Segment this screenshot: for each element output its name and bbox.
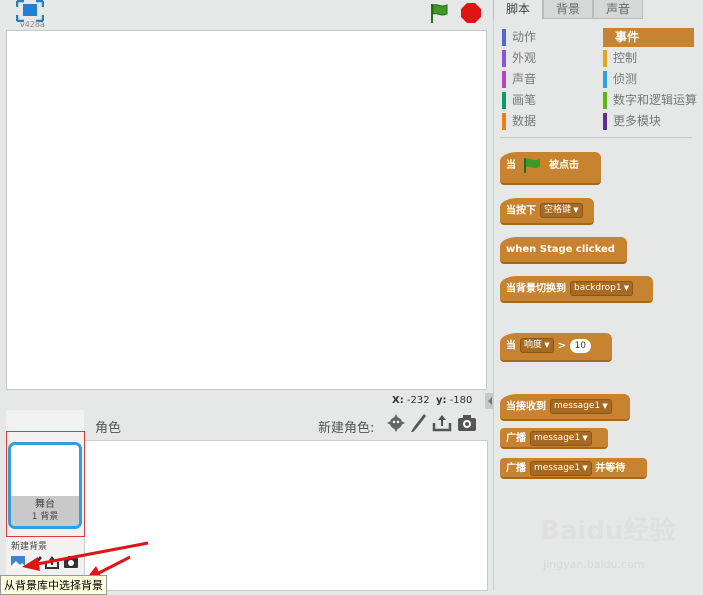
receive-dropdown[interactable]: message1 bbox=[550, 399, 612, 414]
x-label: X: bbox=[392, 395, 404, 406]
when-key-pressed-block[interactable]: 当按下 空格键 bbox=[500, 198, 594, 225]
category-pen[interactable]: 画笔 bbox=[502, 91, 592, 110]
block-stage-clicked: when Stage clicked bbox=[506, 244, 615, 255]
block-receive-prefix: 当接收到 bbox=[506, 401, 546, 413]
sprites-title: 角色 bbox=[95, 421, 122, 436]
category-sound[interactable]: 声音 bbox=[502, 70, 592, 89]
camera-icon[interactable] bbox=[456, 412, 478, 434]
sensor-value-input[interactable]: 10 bbox=[569, 338, 591, 353]
category-data-label: 数据 bbox=[512, 114, 537, 128]
block-sensor-prefix: 当 bbox=[506, 340, 516, 352]
broadcast-wait-dropdown[interactable]: message1 bbox=[530, 460, 592, 476]
category-data[interactable]: 数据 bbox=[502, 112, 592, 131]
stage-toolbar bbox=[0, 0, 490, 30]
green-flag-icon bbox=[524, 158, 541, 173]
y-value: -180 bbox=[449, 395, 473, 406]
tab-scripts[interactable]: 脚本 bbox=[493, 0, 543, 19]
key-dropdown[interactable]: 空格键 bbox=[540, 203, 583, 218]
category-control-label: 控制 bbox=[613, 51, 638, 65]
category-sensing-label: 侦测 bbox=[613, 72, 638, 86]
green-flag-icon[interactable] bbox=[428, 2, 450, 24]
category-more-blocks-label: 更多模块 bbox=[613, 114, 662, 128]
x-value: -232 bbox=[406, 395, 430, 406]
sensor-dropdown[interactable]: 响度 bbox=[520, 338, 554, 353]
block-backdrop-prefix: 当背景切换到 bbox=[506, 283, 566, 295]
stop-icon[interactable] bbox=[460, 2, 482, 24]
block-broadcast-wait-prefix: 广播 bbox=[506, 463, 526, 474]
category-more-blocks[interactable]: 更多模块 bbox=[603, 112, 700, 131]
block-sensor-op: > bbox=[557, 340, 567, 352]
category-operators[interactable]: 数字和逻辑运算 bbox=[603, 91, 700, 110]
category-sound-label: 声音 bbox=[512, 72, 537, 86]
when-receive-block[interactable]: 当接收到 message1 bbox=[500, 394, 630, 421]
category-looks[interactable]: 外观 bbox=[502, 49, 592, 68]
when-sensor-greater-block[interactable]: 当响度> 10 bbox=[500, 333, 612, 362]
y-label: y: bbox=[435, 395, 447, 406]
category-control[interactable]: 控制 bbox=[603, 49, 700, 68]
sprite-library-icon[interactable] bbox=[385, 412, 407, 434]
broadcast-dropdown[interactable]: message1 bbox=[530, 430, 592, 446]
category-events[interactable]: 事件 bbox=[603, 28, 694, 47]
fullscreen-icon[interactable] bbox=[15, 0, 45, 23]
watermark-brand: Baidu经验 bbox=[540, 516, 676, 546]
block-flag-suffix: 被点击 bbox=[548, 160, 579, 171]
mouse-coordinates: X: -232 y: -180 bbox=[392, 395, 472, 406]
version-label: v428a bbox=[20, 20, 45, 29]
broadcast-and-wait-block[interactable]: 广播 message1 并等待 bbox=[500, 458, 647, 479]
stage-thumb-name: 舞台 bbox=[35, 499, 55, 510]
category-operators-label: 数字和逻辑运算 bbox=[613, 93, 698, 107]
stage-thumb-count: 1 背景 bbox=[31, 512, 59, 522]
block-flag-prefix: 当 bbox=[506, 160, 516, 171]
tab-sounds[interactable]: 声音 bbox=[593, 0, 643, 19]
category-events-label: 事件 bbox=[615, 30, 640, 44]
block-key-prefix: 当按下 bbox=[506, 205, 536, 217]
when-flag-clicked-block[interactable]: 当 被点击 bbox=[500, 152, 601, 185]
when-stage-clicked-block[interactable]: when Stage clicked bbox=[500, 237, 627, 264]
stage-canvas[interactable] bbox=[6, 30, 487, 390]
tab-backdrops[interactable]: 背景 bbox=[543, 0, 593, 19]
category-pen-label: 画笔 bbox=[512, 93, 537, 107]
broadcast-block[interactable]: 广播 message1 bbox=[500, 428, 608, 449]
new-sprite-label: 新建角色: bbox=[318, 421, 375, 436]
palette-divider bbox=[500, 137, 692, 138]
category-motion-label: 动作 bbox=[512, 30, 537, 44]
watermark-url: jingyan.baidu.com bbox=[543, 558, 645, 571]
block-broadcast-prefix: 广播 bbox=[506, 433, 526, 444]
category-looks-label: 外观 bbox=[512, 51, 537, 65]
paint-brush-icon[interactable] bbox=[408, 412, 430, 434]
category-sensing[interactable]: 侦测 bbox=[603, 70, 700, 89]
block-broadcast-wait-suffix: 并等待 bbox=[595, 463, 626, 474]
when-backdrop-switches-block[interactable]: 当背景切换到 backdrop1 bbox=[500, 276, 653, 303]
backdrop-dropdown[interactable]: backdrop1 bbox=[570, 281, 634, 296]
category-motion[interactable]: 动作 bbox=[502, 28, 592, 47]
stage-thumbnail[interactable]: 舞台 1 背景 bbox=[8, 442, 82, 529]
backdrop-tooltip: 从背景库中选择背景 bbox=[0, 575, 107, 595]
upload-sprite-icon[interactable] bbox=[431, 412, 453, 434]
